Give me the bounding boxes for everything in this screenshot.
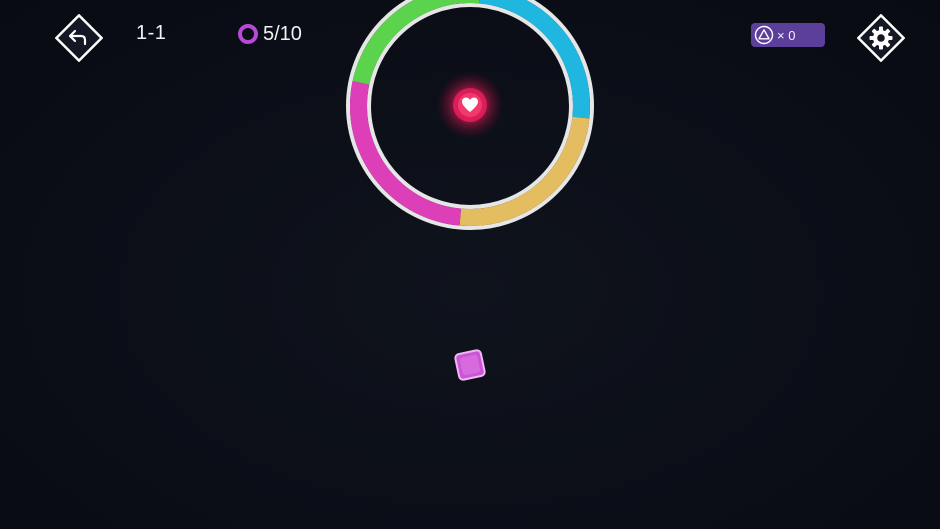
gear-icon xyxy=(856,13,906,63)
lives-count: × 0 xyxy=(777,27,796,43)
heart-pickup xyxy=(436,71,504,139)
level-label: 1-1 xyxy=(136,22,167,44)
player-square[interactable] xyxy=(454,349,486,381)
ring-icon xyxy=(238,24,258,44)
lives-badge[interactable]: × 0 xyxy=(751,23,825,47)
settings-button[interactable] xyxy=(856,13,906,63)
rings-counter: 5/10 xyxy=(238,20,302,48)
back-button[interactable] xyxy=(54,13,104,63)
game-canvas xyxy=(346,0,594,381)
player-highlight xyxy=(459,354,481,376)
rings-value: 5/10 xyxy=(263,22,302,45)
triangle-icon xyxy=(754,25,774,45)
game-stage[interactable]: 1-1 5/10 × 0 xyxy=(0,0,940,529)
wheel-segment-green xyxy=(352,0,480,85)
back-arrow-icon xyxy=(54,13,104,63)
